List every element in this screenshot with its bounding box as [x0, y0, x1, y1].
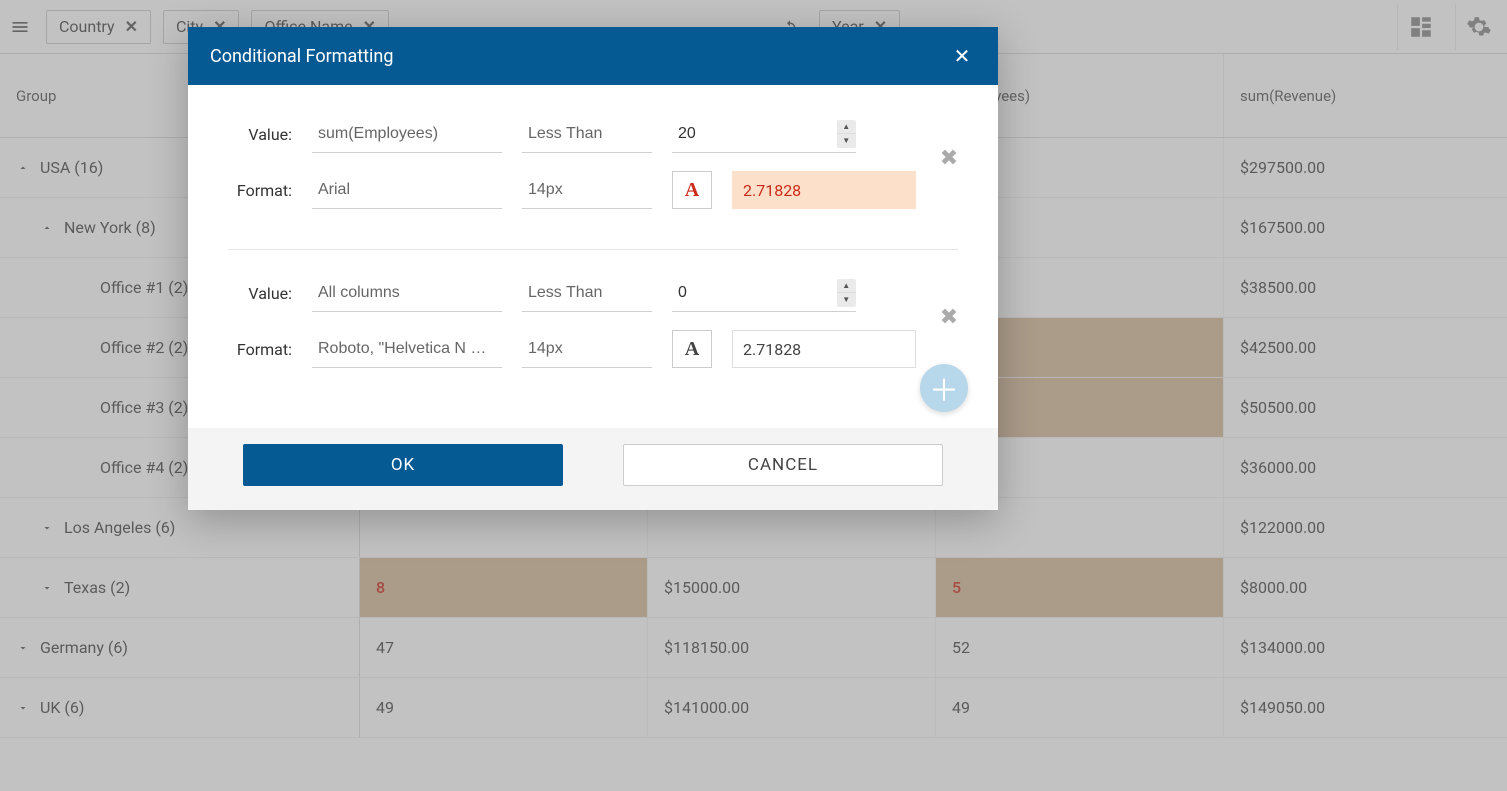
format-rule: Value: ▲ ▼ Format: A: [228, 115, 958, 250]
cancel-button[interactable]: CANCEL: [623, 444, 943, 486]
font-family-select[interactable]: [312, 330, 502, 368]
operator-select[interactable]: [522, 115, 652, 153]
font-size-select[interactable]: [522, 171, 652, 209]
step-down-icon[interactable]: ▼: [837, 293, 857, 307]
threshold-input[interactable]: ▲ ▼: [672, 274, 856, 312]
threshold-field[interactable]: [672, 125, 837, 143]
step-up-icon[interactable]: ▲: [837, 120, 857, 135]
step-up-icon[interactable]: ▲: [837, 279, 857, 294]
delete-rule-icon[interactable]: ✖: [934, 302, 964, 332]
font-size-select[interactable]: [522, 330, 652, 368]
delete-rule-icon[interactable]: ✖: [934, 143, 964, 173]
ok-button[interactable]: OK: [243, 444, 563, 486]
number-stepper[interactable]: ▲ ▼: [837, 120, 857, 148]
dialog-footer: OK CANCEL: [188, 428, 998, 510]
threshold-field[interactable]: [672, 284, 837, 302]
format-preview[interactable]: 2.71828: [732, 330, 916, 368]
dialog-title: Conditional Formatting: [210, 46, 393, 67]
format-label: Format:: [228, 181, 292, 200]
column-select[interactable]: [312, 115, 502, 153]
close-icon[interactable]: ✕: [948, 42, 976, 70]
number-stepper[interactable]: ▲ ▼: [837, 279, 857, 307]
text-color-button[interactable]: A: [672, 330, 712, 368]
column-select[interactable]: [312, 274, 502, 312]
font-family-select[interactable]: [312, 171, 502, 209]
value-label: Value:: [228, 125, 292, 144]
format-preview[interactable]: 2.71828: [732, 171, 916, 209]
dialog-titlebar: Conditional Formatting ✕: [188, 27, 998, 85]
format-rule: Value: ▲ ▼ Format: A: [228, 274, 958, 408]
conditional-formatting-dialog: Conditional Formatting ✕ Value: ▲ ▼: [188, 27, 998, 510]
threshold-input[interactable]: ▲ ▼: [672, 115, 856, 153]
step-down-icon[interactable]: ▼: [837, 134, 857, 148]
value-label: Value:: [228, 284, 292, 303]
dialog-body: Value: ▲ ▼ Format: A: [188, 85, 998, 428]
operator-select[interactable]: [522, 274, 652, 312]
text-color-button[interactable]: A: [672, 171, 712, 209]
add-rule-button[interactable]: ＋: [920, 364, 968, 412]
format-label: Format:: [228, 340, 292, 359]
